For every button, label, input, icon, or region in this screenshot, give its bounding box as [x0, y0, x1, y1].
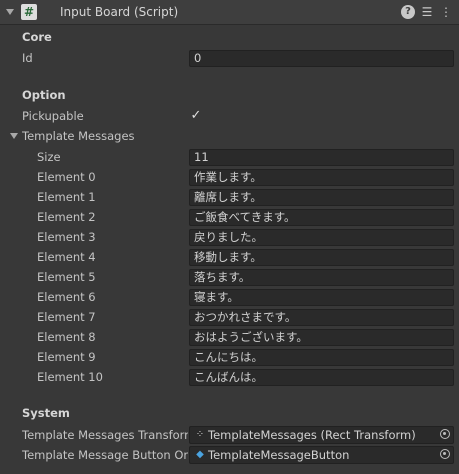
script-icon[interactable]: # [21, 4, 37, 20]
template-message-button-original-label: Template Message Button Original [22, 448, 188, 462]
presets-icon[interactable]: ☰ [420, 5, 434, 19]
size-field[interactable]: 11 [189, 149, 454, 166]
section-system: System [22, 406, 70, 420]
element-label: Element 4 [37, 250, 96, 264]
template-messages-transform-field[interactable]: ⁘ TemplateMessages (Rect Transform) [189, 426, 454, 444]
help-icon[interactable]: ? [401, 5, 415, 19]
size-label: Size [37, 150, 61, 164]
section-core: Core [22, 30, 52, 44]
element-label: Element 5 [37, 270, 96, 284]
component-header[interactable]: # Input Board (Script) ? ☰ ⋮ [0, 0, 459, 25]
element-label: Element 9 [37, 350, 96, 364]
object-reference-value: TemplateMessageButton [208, 448, 350, 462]
id-field[interactable]: 0 [189, 50, 454, 67]
element-label: Element 3 [37, 230, 96, 244]
element-label: Element 8 [37, 330, 96, 344]
template-messages-foldout-icon[interactable] [10, 133, 18, 139]
element-label: Element 2 [37, 210, 96, 224]
pickupable-label: Pickupable [22, 109, 84, 123]
element-label: Element 10 [37, 370, 103, 384]
id-label: Id [22, 51, 33, 65]
template-message-button-original-field[interactable]: ◆ TemplateMessageButton [189, 446, 454, 464]
object-picker-icon[interactable] [440, 429, 450, 439]
element-label: Element 7 [37, 310, 96, 324]
object-picker-icon[interactable] [440, 449, 450, 459]
element-field[interactable]: 戻りました。 [189, 229, 454, 246]
element-field[interactable]: こんにちは。 [189, 349, 454, 366]
prefab-icon: ◆ [196, 449, 204, 460]
element-field[interactable]: おつかれさまです。 [189, 309, 454, 326]
element-field[interactable]: 離席します。 [189, 189, 454, 206]
element-field[interactable]: 作業します。 [189, 169, 454, 186]
pickupable-checkbox[interactable]: ✓ [189, 109, 203, 123]
element-field[interactable]: おはようございます。 [189, 329, 454, 346]
element-field[interactable]: こんばんは。 [189, 369, 454, 386]
context-menu-icon[interactable]: ⋮ [439, 5, 453, 19]
element-field[interactable]: 移動します。 [189, 249, 454, 266]
foldout-arrow-icon[interactable] [6, 9, 14, 15]
element-label: Element 0 [37, 170, 96, 184]
element-label: Element 6 [37, 290, 96, 304]
element-field[interactable]: 寝ます。 [189, 289, 454, 306]
template-messages-label[interactable]: Template Messages [22, 129, 135, 143]
template-messages-transform-label: Template Messages Transform [22, 428, 188, 442]
rect-transform-icon: ⁘ [195, 429, 205, 440]
element-field[interactable]: 落ちます。 [189, 269, 454, 286]
element-label: Element 1 [37, 190, 96, 204]
element-field[interactable]: ご飯食べてきます。 [189, 209, 454, 226]
component-title: Input Board (Script) [60, 5, 179, 19]
section-option: Option [22, 88, 66, 102]
object-reference-value: TemplateMessages (Rect Transform) [208, 428, 416, 442]
